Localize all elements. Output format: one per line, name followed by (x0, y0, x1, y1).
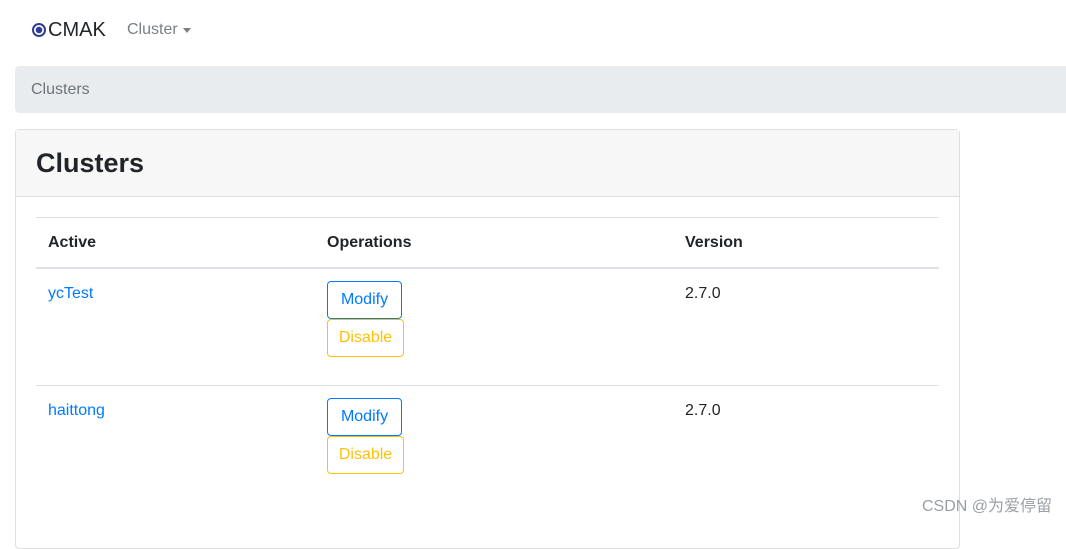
cmak-logo-icon (32, 23, 46, 37)
version-cell: 2.7.0 (685, 285, 721, 302)
cluster-dropdown[interactable]: Cluster (127, 20, 191, 40)
header-active: Active (48, 234, 97, 251)
brand-link[interactable]: CMAK (32, 18, 106, 42)
table-header-row: Active Operations Version (36, 218, 939, 269)
breadcrumb: Clusters (15, 66, 1066, 113)
version-cell: 2.7.0 (685, 402, 721, 419)
brand-label: CMAK (48, 19, 106, 41)
table-row: ycTest Modify Disable 2.7.0 (36, 269, 939, 386)
table-row: haittong Modify Disable 2.7.0 (36, 386, 939, 502)
breadcrumb-item-clusters: Clusters (31, 80, 90, 98)
csdn-watermark: CSDN @为爱停留 (921, 498, 1052, 515)
clusters-table: Active Operations Version ycTest Modify … (36, 217, 939, 502)
cluster-link-yctest[interactable]: ycTest (48, 285, 93, 303)
header-operations: Operations (327, 234, 412, 251)
top-navbar: CMAK Cluster (0, 0, 1066, 60)
header-version: Version (685, 234, 743, 251)
cluster-dropdown-label: Cluster (127, 21, 178, 38)
disable-button[interactable]: Disable (327, 319, 404, 357)
card-header: Clusters (16, 130, 959, 197)
modify-button[interactable]: Modify (327, 281, 402, 319)
disable-button[interactable]: Disable (327, 436, 404, 474)
modify-button[interactable]: Modify (327, 398, 402, 436)
card-title: Clusters (36, 147, 145, 178)
clusters-card: Clusters Active Operations Version ycTes… (15, 129, 960, 549)
cluster-link-haittong[interactable]: haittong (48, 402, 105, 420)
caret-down-icon (182, 27, 191, 33)
